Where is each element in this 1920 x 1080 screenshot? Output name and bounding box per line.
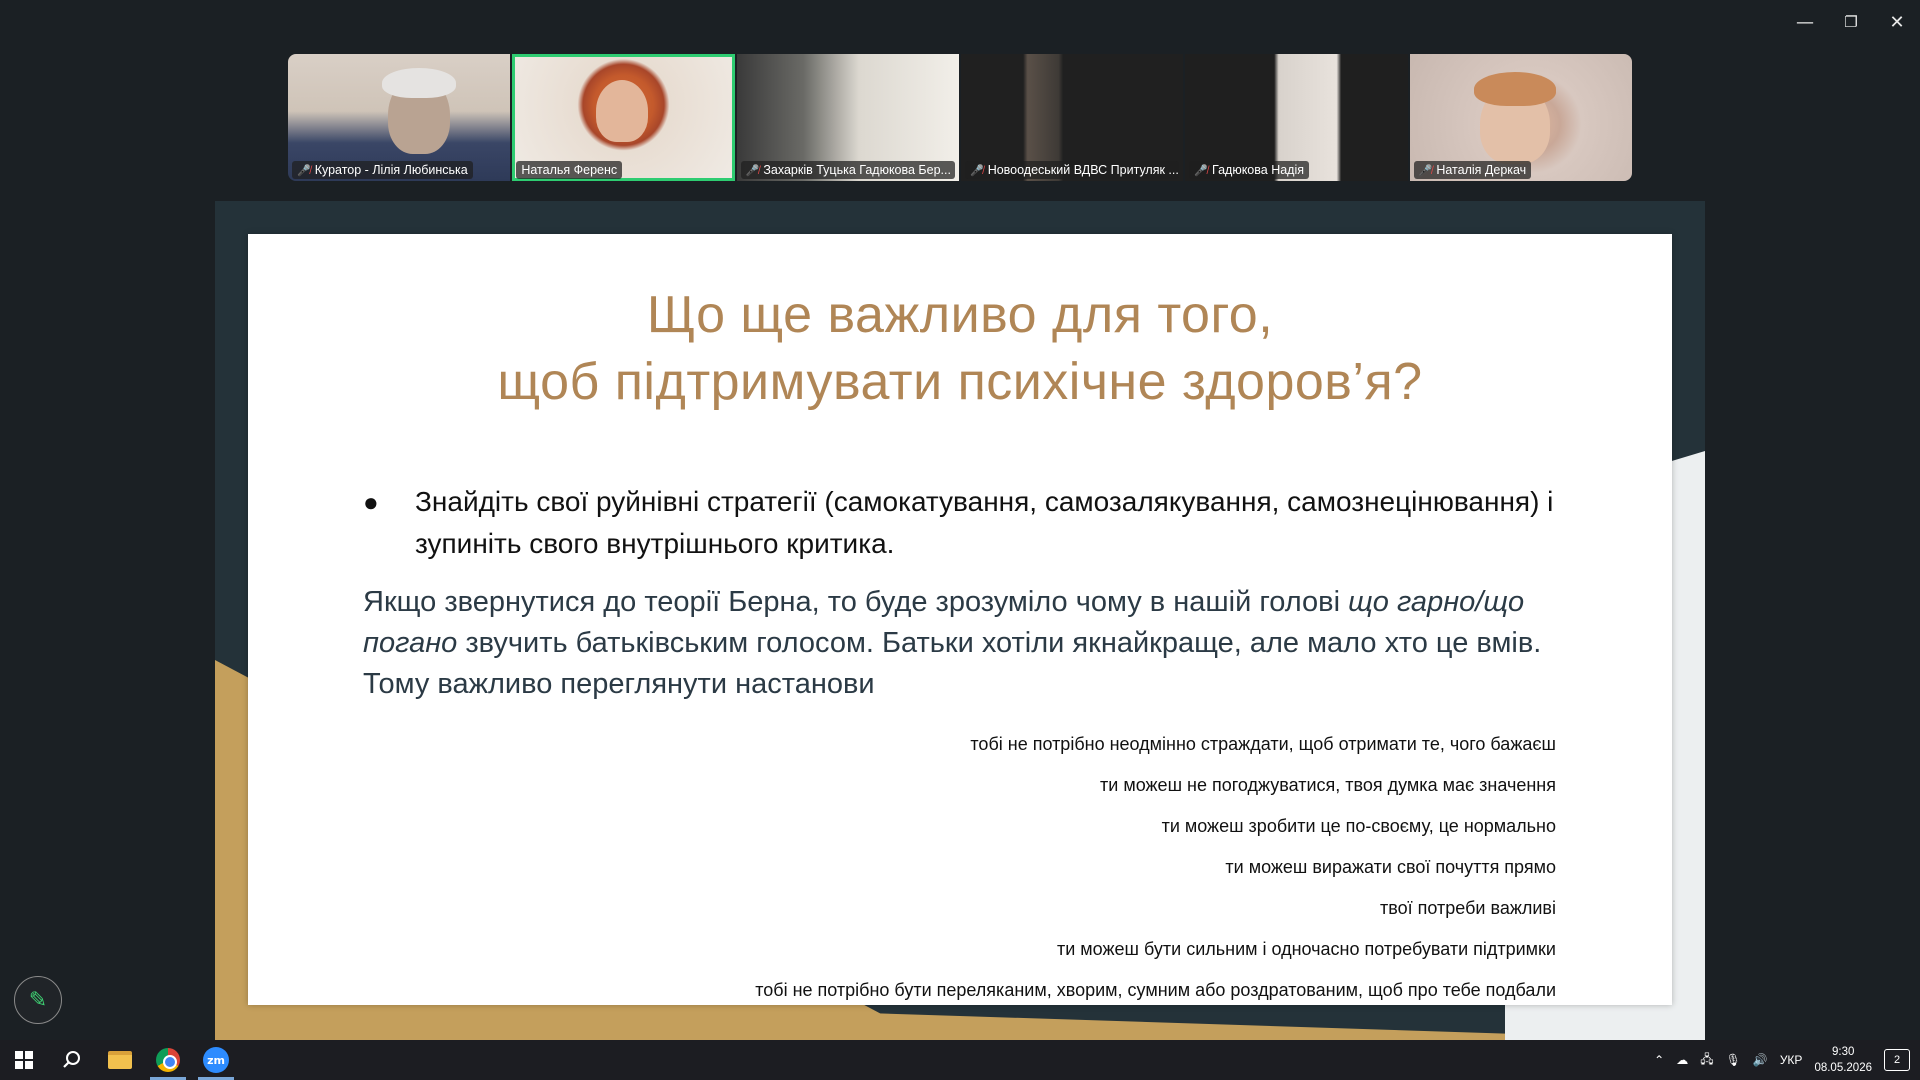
slide-title-line-1: Що ще важливо для того, <box>646 286 1274 344</box>
zoom-button[interactable]: zm <box>192 1040 240 1080</box>
participant-name: Наталья Ференс <box>516 161 623 179</box>
annotate-pen-button[interactable]: ✎ <box>14 976 62 1024</box>
notification-count: 2 <box>1893 1054 1901 1066</box>
pen-icon: ✎ <box>28 987 48 1013</box>
search-icon <box>63 1051 80 1068</box>
affirmation-line: ти можеш не погоджуватися, твоя думка ма… <box>1100 775 1556 795</box>
participant-tile[interactable]: 🎤̸ Новоодеський ВДВС Притуляк ... <box>960 54 1184 181</box>
participant-name: 🎤̸ Наталія Деркач <box>1413 161 1532 179</box>
slide-bullet: ● Знайдіть свої руйнівні стратегії (само… <box>363 481 1563 565</box>
participant-tile[interactable]: 🎤̸ Наталія Деркач <box>1409 54 1632 181</box>
volume-icon[interactable]: 🔊 <box>1753 1053 1768 1067</box>
affirmation-line: ти можеш виражати свої почуття прямо <box>1225 857 1556 877</box>
participant-name: 🎤̸ Куратор - Лілія Любинська <box>292 161 473 179</box>
chrome-icon <box>156 1048 180 1072</box>
mic-muted-icon: 🎤̸ <box>297 164 311 177</box>
slide-title: Що ще важливо для того, щоб підтримувати… <box>248 282 1672 416</box>
zoom-icon: zm <box>203 1047 229 1073</box>
affirmation-line: тобі не потрібно неодмінно страждати, що… <box>970 734 1556 754</box>
microphone-icon[interactable]: 🎙 <box>1726 1053 1741 1067</box>
clock-date: 08.05.2026 <box>1814 1062 1872 1074</box>
affirmation-line: тобі не потрібно бути переляканим, хвори… <box>755 980 1556 1000</box>
participant-tile[interactable]: 🎤̸ Куратор - Лілія Любинська <box>288 54 511 181</box>
chevron-up-icon[interactable]: ⌃ <box>1654 1053 1664 1067</box>
bullet-dot-icon: ● <box>363 487 379 517</box>
minimize-button[interactable]: — <box>1782 0 1828 44</box>
participant-strip: 🎤̸ Куратор - Лілія Любинська Наталья Фере… <box>288 54 1632 181</box>
windows-icon <box>15 1051 33 1069</box>
start-button[interactable] <box>0 1040 48 1080</box>
taskbar: zm ⌃ ☁ 🖧 🎙 🔊 УКР 9:30 08.05.2026 2 <box>0 1040 1920 1080</box>
mic-muted-icon: 🎤̸ <box>1418 164 1433 177</box>
participant-tile-active-speaker[interactable]: Наталья Ференс <box>512 54 735 181</box>
file-explorer-button[interactable] <box>96 1040 144 1080</box>
chrome-button[interactable] <box>144 1040 192 1080</box>
mic-muted-icon: 🎤̸ <box>969 164 984 177</box>
bullet-text: Знайдіть свої руйнівні стратегії (самока… <box>415 486 1554 559</box>
network-icon[interactable]: 🖧 <box>1700 1050 1713 1071</box>
slide-paragraph: Якщо звернутися до теорії Берна, то буде… <box>363 582 1563 705</box>
presentation-slide: Що ще важливо для того, щоб підтримувати… <box>248 234 1672 1005</box>
restore-button[interactable]: ❐ <box>1828 0 1874 44</box>
search-button[interactable] <box>48 1040 96 1080</box>
affirmation-line: ти можеш бути сильним і одночасно потреб… <box>1057 939 1556 959</box>
close-button[interactable]: ✕ <box>1874 0 1920 44</box>
mic-muted-icon: 🎤̸ <box>1194 164 1209 177</box>
affirmation-line: твої потреби важливі <box>1380 898 1556 918</box>
folder-icon <box>108 1051 132 1069</box>
para-text-start: Якщо звернутися до теорії Берна, то буде… <box>363 586 1349 618</box>
cloud-icon[interactable]: ☁ <box>1676 1053 1688 1067</box>
mic-muted-icon: 🎤̸ <box>745 164 760 177</box>
participant-tile[interactable]: 🎤̸ Захарків Туцька Гадюкова Бер... <box>736 54 959 181</box>
clock-time: 9:30 <box>1832 1046 1855 1058</box>
affirmation-line: ти можеш зробити це по-своєму, це нормал… <box>1161 816 1556 836</box>
participant-name: 🎤̸ Захарків Туцька Гадюкова Бер... <box>740 161 955 179</box>
system-tray: ⌃ ☁ 🖧 🎙 🔊 УКР 9:30 08.05.2026 2 <box>1654 1040 1920 1080</box>
clock[interactable]: 9:30 08.05.2026 <box>1814 1044 1872 1076</box>
window-controls: — ❐ ✕ <box>1782 0 1920 44</box>
participant-name: 🎤̸ Новоодеський ВДВС Притуляк ... <box>964 161 1179 179</box>
para-text-end: звучить батьківським голосом. Батьки хот… <box>363 627 1542 700</box>
notification-button[interactable]: 2 <box>1884 1049 1910 1071</box>
language-indicator[interactable]: УКР <box>1780 1053 1803 1067</box>
participant-name: 🎤̸ Гадюкова Надія <box>1189 161 1310 179</box>
affirmations-list: тобі не потрібно неодмінно страждати, що… <box>755 724 1556 1011</box>
slide-title-line-2: щоб підтримувати психічне здоров’я? <box>497 353 1423 411</box>
participant-tile[interactable]: 🎤̸ Гадюкова Надія <box>1185 54 1408 181</box>
